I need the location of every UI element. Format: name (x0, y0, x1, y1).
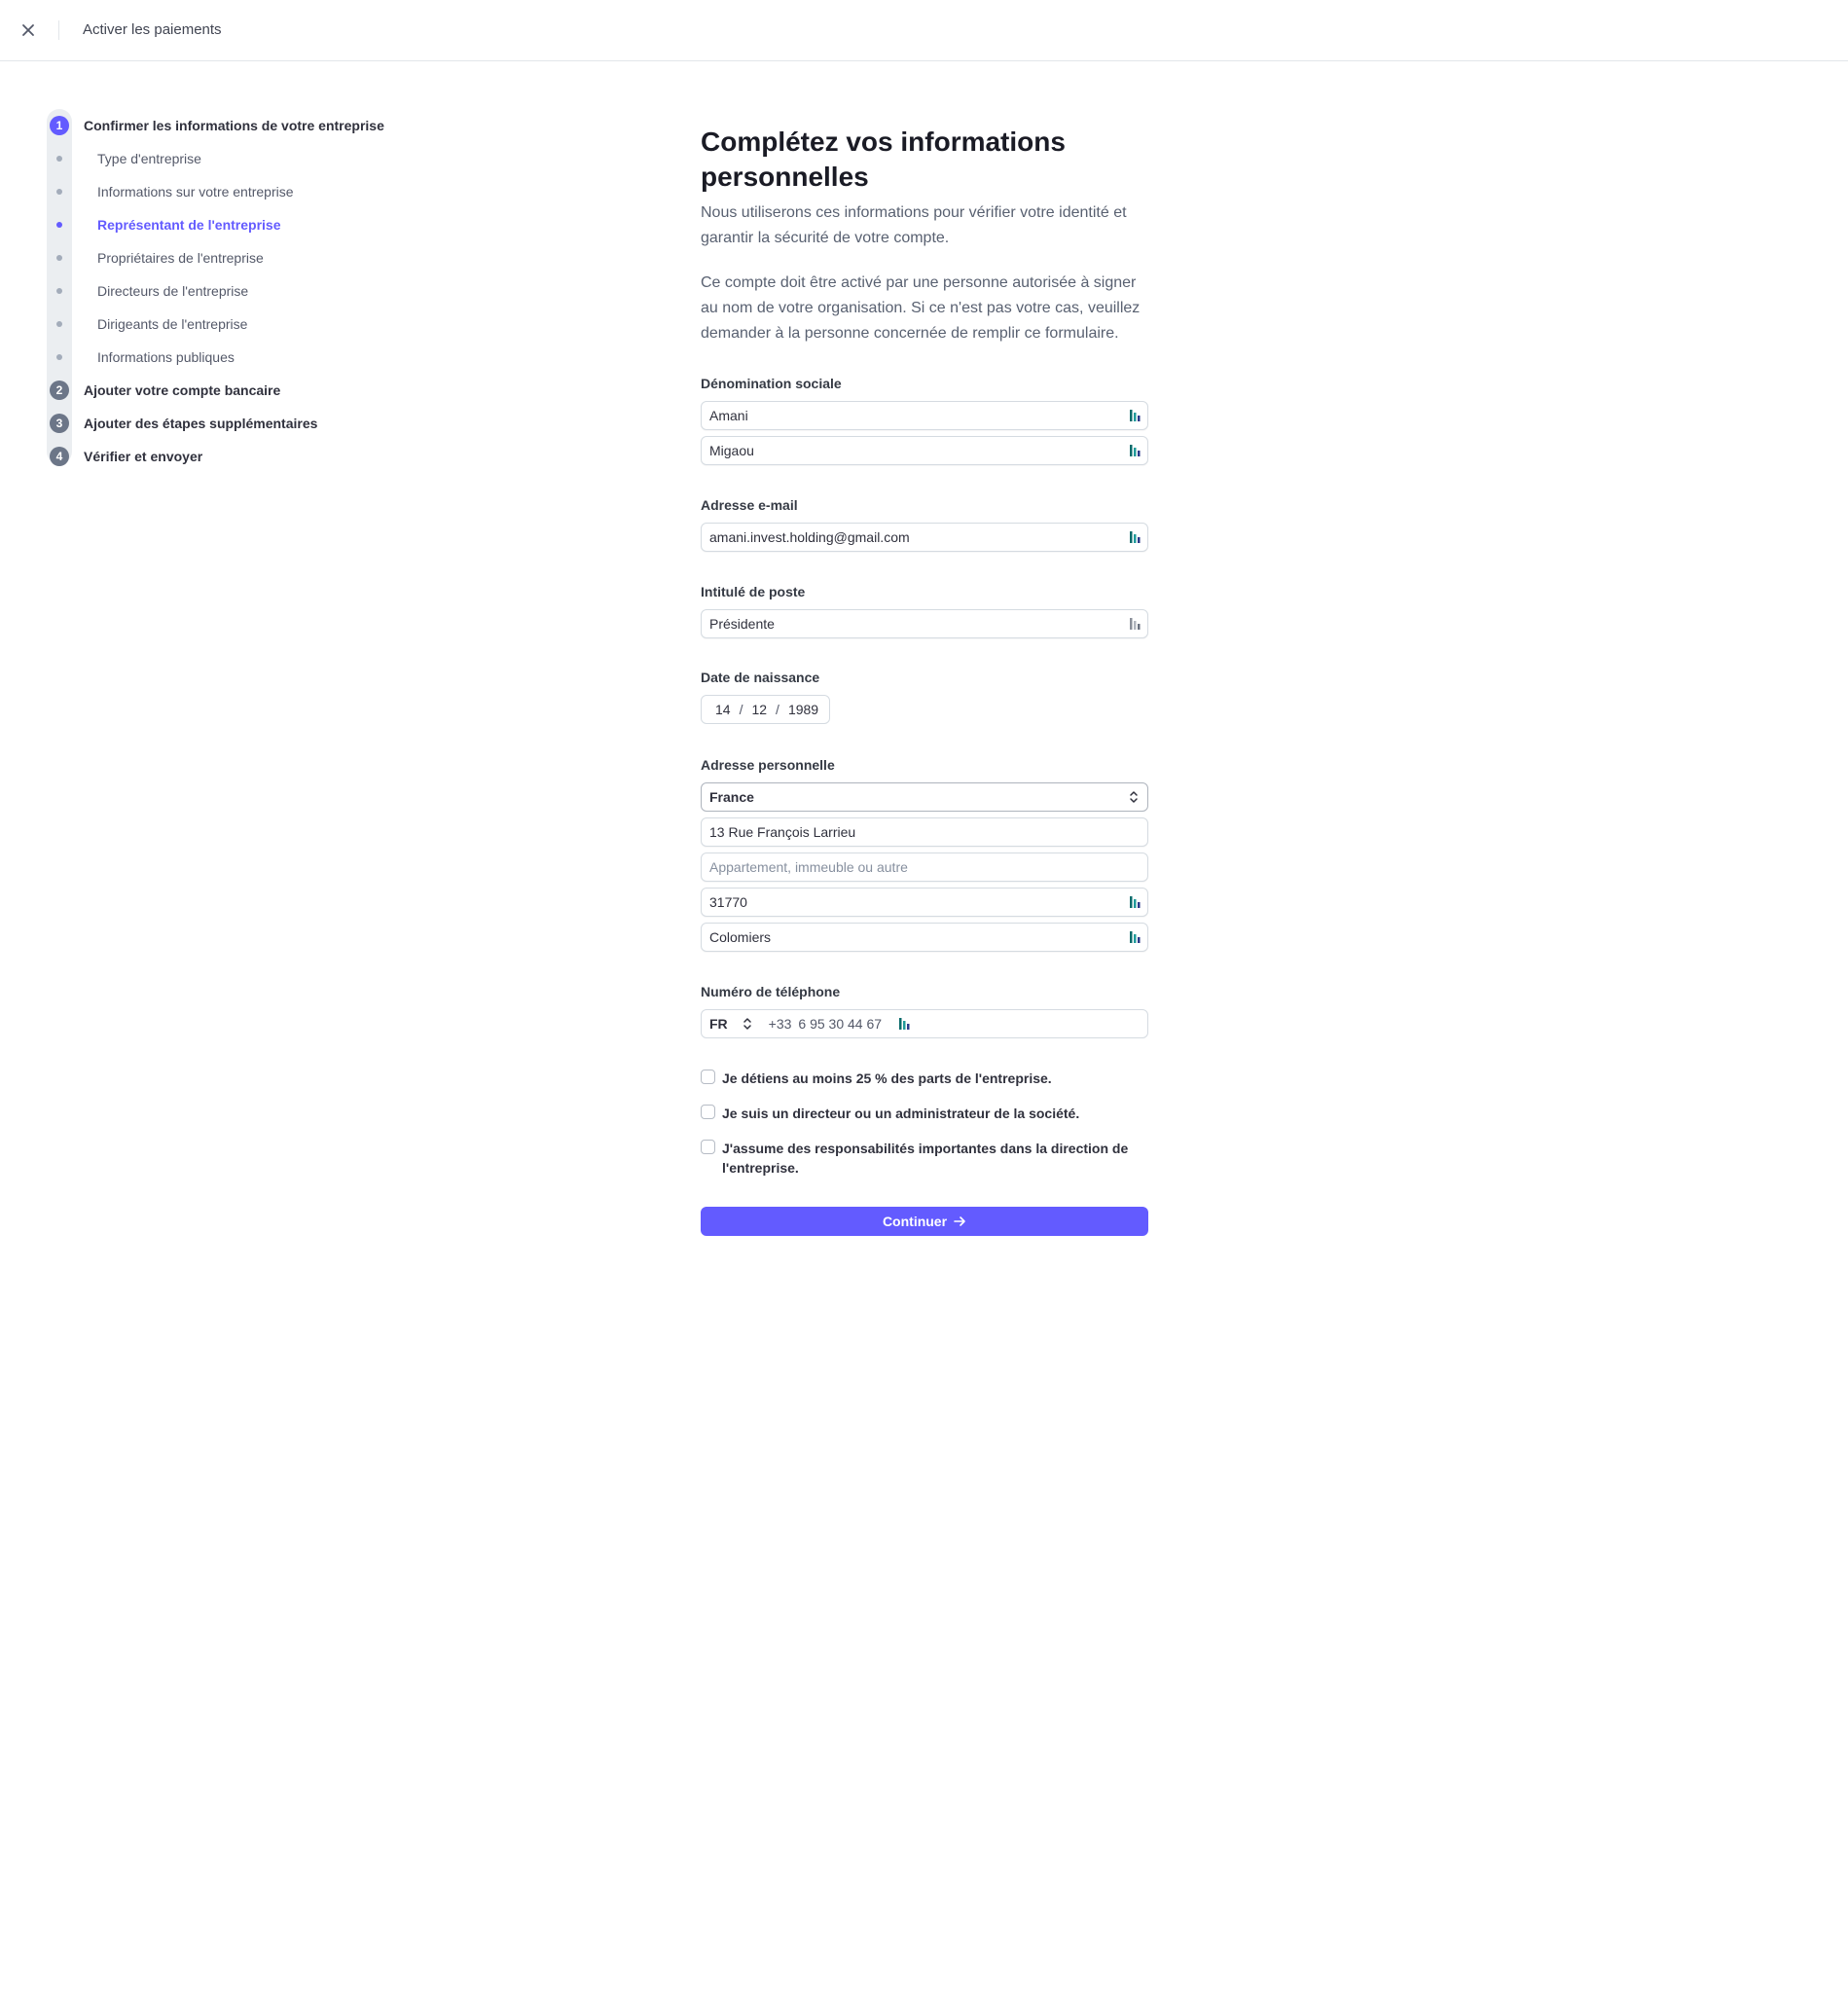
autofill-icon[interactable] (899, 1017, 911, 1031)
email-input[interactable]: amani.invest.holding@gmail.com (701, 523, 1148, 552)
form-lead: Nous utiliserons ces informations pour v… (701, 204, 1127, 246)
phone-prefix: +33 (768, 1016, 792, 1032)
country-value: France (709, 789, 754, 805)
close-icon[interactable] (18, 19, 39, 41)
page-title: Complétez vos informations personnelles (701, 127, 1066, 192)
address-line2-placeholder: Appartement, immeuble ou autre (709, 859, 908, 875)
header-divider (58, 20, 59, 40)
address-label: Adresse personnelle (701, 757, 835, 773)
step-2-label: Ajouter votre compte bancaire (84, 382, 281, 398)
autofill-icon[interactable] (1130, 895, 1141, 909)
role-checkboxes: Je détiens au moins 25 % des parts de l'… (701, 1069, 1148, 1176)
postal-code-value: 31770 (709, 894, 747, 910)
first-name-value: Amani (709, 408, 748, 423)
dob-year[interactable]: 1989 (788, 702, 818, 717)
autofill-icon[interactable] (1130, 930, 1141, 944)
phone-number: 6 95 30 44 67 (798, 1016, 883, 1032)
autofill-icon[interactable] (1130, 530, 1141, 544)
executive-checkbox[interactable] (701, 1140, 715, 1154)
dob-month[interactable]: 12 (751, 702, 767, 717)
step-4-label: Vérifier et envoyer (84, 449, 203, 464)
step-3-label: Ajouter des étapes supplémentaires (84, 416, 318, 431)
dob-separator: / (739, 702, 743, 717)
email-label: Adresse e-mail (701, 497, 798, 513)
substep-label-active: Représentant de l'entreprise (97, 217, 281, 233)
continue-button[interactable]: Continuer (701, 1207, 1148, 1236)
job-title-label: Intitulé de poste (701, 584, 806, 599)
substep-dot-active (56, 222, 62, 228)
postal-code-input[interactable]: 31770 (701, 888, 1148, 917)
stepper-track (47, 109, 72, 464)
substep-label: Dirigeants de l'entreprise (97, 316, 248, 332)
continue-label: Continuer (882, 1214, 948, 1229)
substep-dot (56, 354, 62, 360)
address-line1-input[interactable]: 13 Rue François Larrieu (701, 817, 1148, 847)
dob-day[interactable]: 14 (715, 702, 731, 717)
director-checkbox[interactable] (701, 1105, 715, 1119)
step-1-label: Confirmer les informations de votre entr… (84, 118, 384, 133)
dob-label: Date de naissance (701, 670, 820, 685)
arrow-right-icon (954, 1216, 965, 1226)
job-title-value: Présidente (709, 616, 775, 632)
last-name-value: Migaou (709, 443, 754, 458)
owner-checkbox[interactable] (701, 1070, 715, 1084)
last-name-input[interactable]: Migaou (701, 436, 1148, 465)
top-bar: Activer les paiements (0, 0, 1848, 61)
step-4-number: 4 (50, 447, 69, 466)
dob-input[interactable]: 14 / 12 / 1989 (701, 695, 830, 724)
first-name-input[interactable]: Amani (701, 401, 1148, 430)
substep-label: Directeurs de l'entreprise (97, 283, 249, 299)
substep-label: Informations publiques (97, 349, 235, 365)
substep-dot (56, 255, 62, 261)
director-checkbox-row[interactable]: Je suis un directeur ou un administrateu… (701, 1104, 1141, 1123)
address-line2-input[interactable]: Appartement, immeuble ou autre (701, 852, 1148, 882)
director-checkbox-label[interactable]: Je suis un directeur ou un administrateu… (722, 1104, 1141, 1123)
address-line1-value: 13 Rue François Larrieu (709, 824, 856, 840)
substep-dot (56, 156, 62, 162)
owner-checkbox-row[interactable]: Je détiens au moins 25 % des parts de l'… (701, 1069, 1141, 1088)
autofill-icon[interactable] (1130, 409, 1141, 422)
substep-label: Type d'entreprise (97, 151, 201, 166)
executive-checkbox-label[interactable]: J'assume des responsabilités importantes… (722, 1139, 1141, 1178)
phone-country-code[interactable]: FR (709, 1016, 728, 1032)
legal-name-label: Dénomination sociale (701, 376, 842, 391)
page-header-title: Activer les paiements (83, 21, 222, 38)
phone-label: Numéro de téléphone (701, 984, 841, 999)
step-1-number: 1 (50, 116, 69, 135)
autofill-icon[interactable] (1130, 444, 1141, 457)
step-3-number: 3 (50, 414, 69, 433)
substep-dot (56, 189, 62, 195)
city-input[interactable]: Colomiers (701, 923, 1148, 952)
personal-info-form: Complétez vos informations personnelles … (701, 125, 1148, 346)
step-2-number: 2 (50, 381, 69, 400)
autofill-icon[interactable] (1130, 617, 1141, 631)
phone-input[interactable]: FR +33 6 95 30 44 67 (701, 1009, 1148, 1038)
city-value: Colomiers (709, 929, 772, 945)
job-title-input[interactable]: Présidente (701, 609, 1148, 638)
country-select[interactable]: France (701, 782, 1148, 812)
substep-label: Informations sur votre entreprise (97, 184, 294, 200)
substep-dot (56, 321, 62, 327)
email-value: amani.invest.holding@gmail.com (709, 529, 910, 545)
chevron-up-down-icon[interactable] (742, 1016, 753, 1032)
executive-checkbox-row[interactable]: J'assume des responsabilités importantes… (701, 1139, 1141, 1178)
substep-dot (56, 288, 62, 294)
substep-label: Propriétaires de l'entreprise (97, 250, 264, 266)
chevron-up-down-icon (1130, 791, 1138, 803)
dob-separator: / (776, 702, 779, 717)
owner-checkbox-label[interactable]: Je détiens au moins 25 % des parts de l'… (722, 1069, 1141, 1088)
form-notice: Ce compte doit être activé par une perso… (701, 274, 1141, 342)
